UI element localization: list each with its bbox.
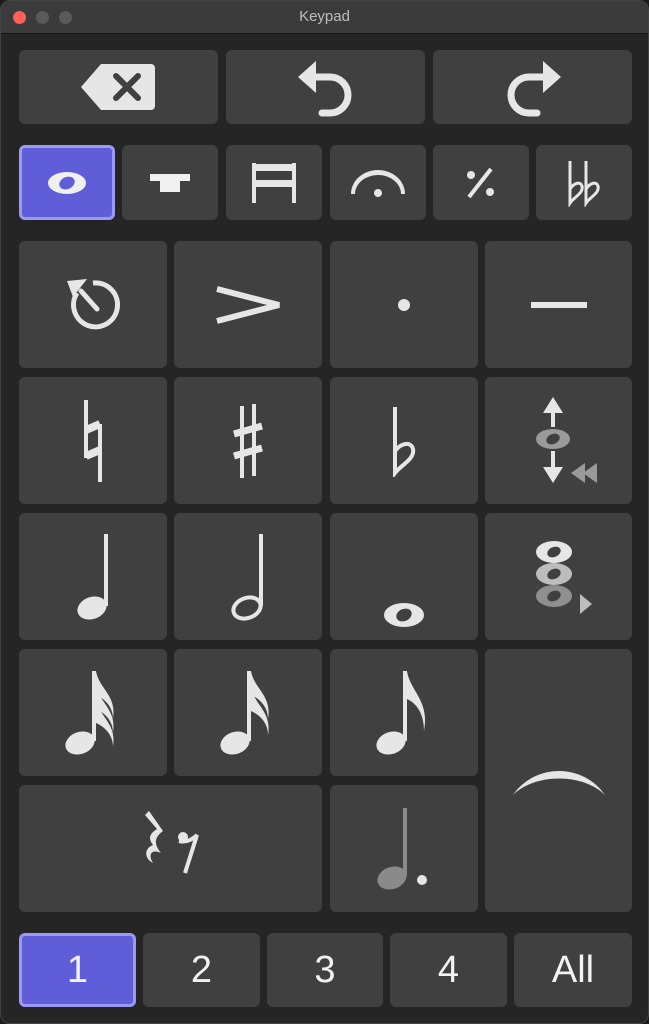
accent-button[interactable]	[174, 241, 322, 368]
half-note-button[interactable]	[174, 513, 322, 640]
title-bar: Keypad	[1, 1, 648, 34]
bars-icon	[252, 162, 296, 203]
tenuto-bar-icon	[150, 173, 190, 192]
rests-button[interactable]	[19, 785, 322, 912]
layout-button-4[interactable]: 4	[390, 933, 507, 1007]
sharp-icon	[233, 403, 263, 478]
half-note-icon	[231, 533, 263, 621]
natural-icon	[84, 399, 102, 482]
enharmonic-icon	[535, 396, 597, 483]
delete-icon	[80, 64, 155, 110]
undo-icon	[297, 61, 351, 117]
staccato-icon	[398, 298, 410, 311]
layout-label-2: 2	[190, 948, 213, 991]
staccato-button[interactable]	[330, 241, 478, 368]
tie-button[interactable]	[485, 649, 632, 912]
layout-button-1[interactable]: 1	[19, 933, 136, 1007]
sixteenth-note-icon	[65, 670, 114, 755]
layout-label-all: All	[551, 948, 595, 991]
tab-tenuto[interactable]	[122, 145, 218, 220]
eighth-note-icon	[376, 670, 426, 755]
redo-button[interactable]	[433, 50, 632, 124]
layout-button-all[interactable]: All	[514, 933, 632, 1007]
redo-icon	[507, 61, 561, 117]
enharmonic-button[interactable]	[485, 377, 632, 504]
natural-button[interactable]	[19, 377, 167, 504]
tab-fermata[interactable]	[330, 145, 426, 220]
thirty-second-note-icon	[220, 670, 269, 755]
tenuto-icon	[530, 301, 587, 308]
dotted-note-button[interactable]	[330, 785, 478, 912]
eighth-note-button[interactable]	[330, 649, 478, 776]
whole-note-button[interactable]	[330, 513, 478, 640]
flat-icon	[393, 406, 416, 477]
tab-accidentals[interactable]	[536, 145, 632, 220]
layout-button-3[interactable]: 3	[267, 933, 383, 1007]
tab-repeat[interactable]	[433, 145, 529, 220]
notes-icon	[48, 171, 86, 194]
chord-button[interactable]	[485, 513, 632, 640]
whole-note-icon	[384, 602, 424, 627]
fermata-icon	[351, 169, 405, 197]
thirty-second-note-button[interactable]	[174, 649, 322, 776]
sixteenth-note-button[interactable]	[19, 649, 167, 776]
quarter-note-button[interactable]	[19, 513, 167, 640]
undo-button[interactable]	[226, 50, 425, 124]
tab-notes[interactable]	[19, 145, 115, 220]
dotted-note-icon	[377, 807, 427, 890]
sharp-button[interactable]	[174, 377, 322, 504]
tie-icon	[512, 770, 605, 795]
delete-button[interactable]	[19, 50, 218, 124]
double-flat-icon	[568, 160, 600, 207]
accent-icon	[216, 285, 280, 324]
rests-icon	[144, 810, 199, 874]
repeat-icon	[467, 167, 494, 198]
layout-button-2[interactable]: 2	[143, 933, 260, 1007]
chord-icon	[535, 540, 592, 614]
flat-button[interactable]	[330, 377, 478, 504]
quarter-note-icon	[77, 533, 108, 620]
tab-bars[interactable]	[226, 145, 322, 220]
tenuto-button[interactable]	[485, 241, 632, 368]
rest-reset-icon	[67, 278, 120, 329]
layout-label-4: 4	[437, 948, 460, 991]
layout-label-1: 1	[66, 948, 89, 991]
rest-reset-button[interactable]	[19, 241, 167, 368]
layout-label-3: 3	[314, 948, 336, 991]
window-title: Keypad	[299, 8, 350, 25]
keypad-window: Keypad 1 2 3 4 All	[0, 0, 649, 1024]
